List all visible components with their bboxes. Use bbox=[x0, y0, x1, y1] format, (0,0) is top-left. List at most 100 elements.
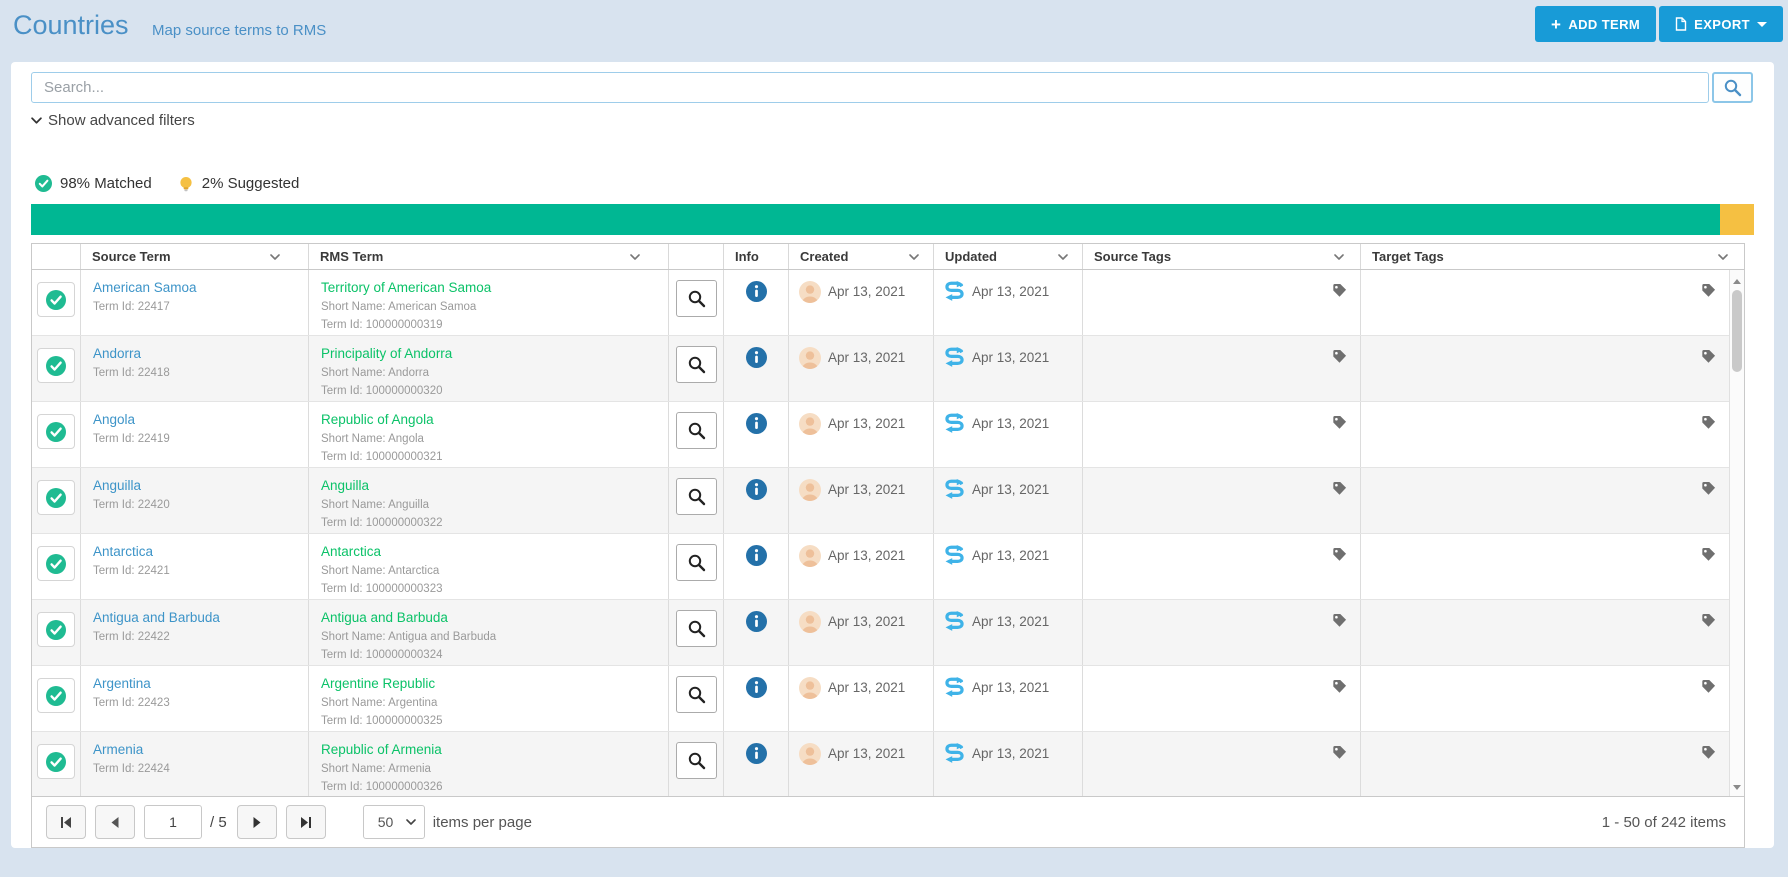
sort-chevron-icon[interactable] bbox=[270, 254, 280, 260]
matched-status-button[interactable] bbox=[37, 744, 75, 779]
user-avatar-icon bbox=[799, 677, 821, 699]
rms-term-link[interactable]: Argentine Republic bbox=[321, 675, 658, 693]
source-term-link[interactable]: Angola bbox=[93, 411, 298, 429]
rms-term-link[interactable]: Republic of Angola bbox=[321, 411, 658, 429]
column-header-rms-term[interactable]: RMS Term bbox=[309, 244, 669, 269]
source-term-link[interactable]: Anguilla bbox=[93, 477, 298, 495]
info-icon[interactable] bbox=[746, 743, 767, 764]
tag-icon bbox=[1701, 283, 1716, 298]
updated-date: Apr 13, 2021 bbox=[972, 281, 1049, 299]
source-tags-button[interactable] bbox=[1332, 613, 1347, 633]
source-term-link[interactable]: Armenia bbox=[93, 741, 298, 759]
created-cell: Apr 13, 2021 bbox=[789, 336, 934, 401]
sort-chevron-icon[interactable] bbox=[1334, 254, 1344, 260]
target-tags-button[interactable] bbox=[1701, 613, 1716, 633]
page-size-select[interactable]: 50 bbox=[363, 805, 425, 839]
first-page-button[interactable] bbox=[46, 805, 86, 839]
column-header-target-tags[interactable]: Target Tags bbox=[1361, 244, 1744, 269]
source-tags-button[interactable] bbox=[1332, 349, 1347, 369]
rms-term-link[interactable]: Territory of American Samoa bbox=[321, 279, 658, 297]
column-header-updated[interactable]: Updated bbox=[934, 244, 1083, 269]
updated-cell: Apr 13, 2021 bbox=[934, 534, 1083, 599]
inspect-term-button[interactable] bbox=[676, 478, 717, 515]
matched-status-button[interactable] bbox=[37, 546, 75, 581]
scroll-up-arrow[interactable] bbox=[1730, 274, 1744, 288]
inspect-term-button[interactable] bbox=[676, 544, 717, 581]
rms-term-cell: Antigua and Barbuda Short Name: Antigua … bbox=[309, 600, 669, 665]
search-button[interactable] bbox=[1712, 72, 1753, 103]
source-term-link[interactable]: Andorra bbox=[93, 345, 298, 363]
matched-status-button[interactable] bbox=[37, 612, 75, 647]
info-icon[interactable] bbox=[746, 281, 767, 302]
info-icon[interactable] bbox=[746, 611, 767, 632]
source-tags-button[interactable] bbox=[1332, 745, 1347, 765]
advanced-filters-toggle[interactable]: Show advanced filters bbox=[31, 112, 195, 129]
rms-term-link[interactable]: Anguilla bbox=[321, 477, 658, 495]
matched-status-button[interactable] bbox=[37, 282, 75, 317]
info-icon[interactable] bbox=[746, 347, 767, 368]
matched-status-button[interactable] bbox=[37, 414, 75, 449]
page-number-input[interactable] bbox=[144, 805, 202, 839]
rms-term-cell: Republic of Armenia Short Name: Armenia … bbox=[309, 732, 669, 797]
source-term-link[interactable]: American Samoa bbox=[93, 279, 298, 297]
source-tags-button[interactable] bbox=[1332, 481, 1347, 501]
sort-chevron-icon[interactable] bbox=[909, 254, 919, 260]
info-icon[interactable] bbox=[746, 677, 767, 698]
column-header-created[interactable]: Created bbox=[789, 244, 934, 269]
sort-chevron-icon[interactable] bbox=[1718, 254, 1728, 260]
inspect-term-button[interactable] bbox=[676, 742, 717, 779]
scroll-thumb[interactable] bbox=[1732, 290, 1742, 372]
scroll-down-arrow[interactable] bbox=[1730, 780, 1744, 794]
inspect-cell bbox=[669, 534, 724, 599]
source-term-link[interactable]: Antigua and Barbuda bbox=[93, 609, 298, 627]
matched-status-button[interactable] bbox=[37, 678, 75, 713]
source-tags-button[interactable] bbox=[1332, 283, 1347, 303]
info-icon[interactable] bbox=[746, 479, 767, 500]
target-tags-button[interactable] bbox=[1701, 547, 1716, 567]
source-tags-button[interactable] bbox=[1332, 547, 1347, 567]
source-term-link[interactable]: Argentina bbox=[93, 675, 298, 693]
source-tags-button[interactable] bbox=[1332, 415, 1347, 435]
target-tags-button[interactable] bbox=[1701, 679, 1716, 699]
page-total-label: / 5 bbox=[210, 814, 227, 831]
inspect-term-button[interactable] bbox=[676, 412, 717, 449]
matched-status-button[interactable] bbox=[37, 348, 75, 383]
target-tags-button[interactable] bbox=[1701, 349, 1716, 369]
inspect-term-button[interactable] bbox=[676, 346, 717, 383]
chevron-down-icon bbox=[406, 819, 416, 825]
vertical-scrollbar[interactable] bbox=[1729, 270, 1744, 798]
target-tags-button[interactable] bbox=[1701, 415, 1716, 435]
next-page-button[interactable] bbox=[237, 805, 277, 839]
source-term-link[interactable]: Antarctica bbox=[93, 543, 298, 561]
rms-term-link[interactable]: Antigua and Barbuda bbox=[321, 609, 658, 627]
last-page-button[interactable] bbox=[286, 805, 326, 839]
sync-s-icon bbox=[944, 413, 965, 434]
search-input[interactable] bbox=[31, 72, 1709, 103]
info-icon[interactable] bbox=[746, 545, 767, 566]
target-tags-button[interactable] bbox=[1701, 745, 1716, 765]
source-tags-button[interactable] bbox=[1332, 679, 1347, 699]
rms-term-id: Term Id: 100000000322 bbox=[321, 515, 658, 531]
tag-icon bbox=[1332, 283, 1347, 298]
column-header-source-term[interactable]: Source Term bbox=[81, 244, 309, 269]
updated-cell: Apr 13, 2021 bbox=[934, 732, 1083, 797]
inspect-term-button[interactable] bbox=[676, 610, 717, 647]
info-icon[interactable] bbox=[746, 413, 767, 434]
rms-term-link[interactable]: Principality of Andorra bbox=[321, 345, 658, 363]
prev-page-button[interactable] bbox=[95, 805, 135, 839]
add-term-button[interactable]: + ADD TERM bbox=[1535, 6, 1656, 42]
rms-term-link[interactable]: Republic of Armenia bbox=[321, 741, 658, 759]
rms-term-link[interactable]: Antarctica bbox=[321, 543, 658, 561]
target-tags-button[interactable] bbox=[1701, 481, 1716, 501]
inspect-term-button[interactable] bbox=[676, 676, 717, 713]
status-cell bbox=[32, 270, 81, 335]
export-button[interactable]: EXPORT bbox=[1659, 6, 1783, 42]
matched-status-button[interactable] bbox=[37, 480, 75, 515]
sort-chevron-icon[interactable] bbox=[630, 254, 640, 260]
rms-term-id: Term Id: 100000000325 bbox=[321, 713, 658, 729]
inspect-term-button[interactable] bbox=[676, 280, 717, 317]
sort-chevron-icon[interactable] bbox=[1058, 254, 1068, 260]
column-header-source-tags[interactable]: Source Tags bbox=[1083, 244, 1361, 269]
rms-short-name: Short Name: Armenia bbox=[321, 761, 658, 777]
target-tags-button[interactable] bbox=[1701, 283, 1716, 303]
